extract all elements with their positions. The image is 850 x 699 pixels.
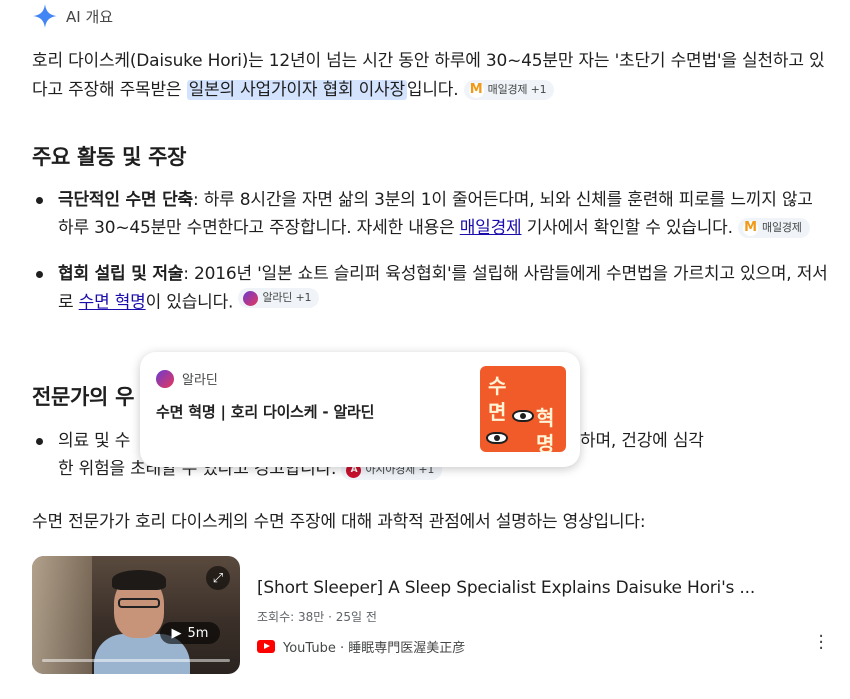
expand-icon[interactable]: ⤢ [206,566,230,590]
intro-paragraph: 호리 다이스케(Daisuke Hori)는 12년이 넘는 시간 동안 하루에… [32,47,832,105]
book-cover-char: 명 [536,432,555,452]
eye-icon [512,410,534,422]
bullet-text-end: 이 있습니다. [145,292,234,313]
book-cover-char: 혁 [536,406,555,430]
video-intro: 수면 전문가가 호리 다이스케의 수면 주장에 대해 과학적 관점에서 설명하는… [32,512,646,532]
chip-label: 매일경제 [762,221,802,234]
bullet-list: 극단적인 수면 단축: 하루 8시간을 자면 삶의 3분의 1이 줄어든다며, … [32,186,832,317]
aladin-favicon-icon [243,290,259,306]
popup-title[interactable]: 수면 혁명 | 호리 다이스케 - 알라딘 [156,401,480,422]
intro-text-end: 입니다. [406,80,459,100]
sparkle-icon [33,4,57,28]
popup-source-name: 알라딘 [182,373,218,388]
bullet-term: 협회 설립 및 저술 [58,264,184,284]
book-cover-char: 수 [488,374,507,398]
thumbnail-person [112,570,166,590]
chip-label: 알라딘 +1 [262,291,312,304]
thumbnail-person [118,598,160,608]
ai-overview-header: AI 개요 [32,2,113,30]
video-age: 25일 전 [335,610,377,624]
source-chip[interactable]: M 매일경제 [738,218,810,238]
source-chip[interactable]: 알라딘 +1 [238,288,320,308]
video-source: YouTube · 睡眠専門医渥美正彦 [257,637,832,656]
maeil-favicon-icon: M [468,82,484,98]
aladin-favicon-icon [156,369,174,388]
youtube-icon [257,640,275,653]
book-link[interactable]: 수면 혁명 [79,293,146,313]
maeil-link[interactable]: 매일경제 [460,218,522,238]
book-cover-image: 수 면 혁 명 [480,366,566,452]
source-chip[interactable]: M 매일경제 +1 [463,80,555,100]
popup-source: 알라딘 [156,369,480,388]
bullet-term: 극단적인 수면 단축 [58,190,193,210]
video-title[interactable]: [Short Sleeper] A Sleep Specialist Expla… [257,578,777,598]
video-progress-bar [42,659,230,662]
section-heading: 전문가의 우 [32,385,135,409]
thumbnail-background [32,556,92,674]
more-options-icon[interactable]: · · · [818,628,824,658]
ai-overview-label: AI 개요 [66,7,114,26]
section-heading: 주요 활동 및 주장 [32,145,187,169]
list-item: 협회 설립 및 저술: 2016년 '일본 쇼트 슬리퍼 육성협회'를 설립해 … [32,260,832,317]
highlighted-phrase[interactable]: 일본의 사업가이자 협회 이사장 [186,80,407,100]
chip-label: 매일경제 +1 [487,83,547,96]
eye-icon [486,432,508,444]
platform-name: YouTube [283,641,336,656]
video-card[interactable]: ⤢ ▶ 5m [Short Sleeper] A Sleep Specialis… [32,556,832,676]
play-icon: ▶ [171,625,182,641]
book-cover-char: 면 [488,400,507,424]
video-meta: 조회수: 38만 · 25일 전 [257,610,377,624]
source-preview-popup[interactable]: 알라딘 수면 혁명 | 호리 다이스케 - 알라딘 수 면 혁 명 [140,352,580,467]
duration-badge: ▶ 5m [160,622,220,644]
channel-name: 睡眠専門医渥美正彦 [348,641,466,656]
maeil-favicon-icon: M [743,220,759,236]
duration-label: 5m [187,625,209,641]
video-thumbnail[interactable]: ⤢ ▶ 5m [32,556,240,674]
view-count: 조회수: 38만 [257,610,325,624]
bullet-text-end: 기사에서 확인할 수 있습니다. [521,218,733,238]
list-item: 극단적인 수면 단축: 하루 8시간을 자면 삶의 3분의 1이 줄어든다며, … [32,186,832,242]
bullet-text: 의료 및 수 [58,431,131,451]
